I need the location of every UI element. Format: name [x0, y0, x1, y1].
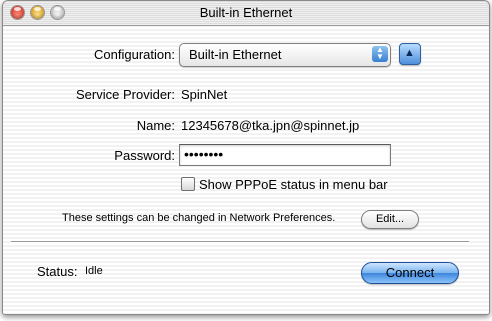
pppoe-status-checkbox[interactable]: [181, 177, 195, 191]
password-label: Password:: [114, 148, 175, 163]
password-value: ••••••••: [184, 146, 224, 162]
configuration-label: Configuration:: [94, 47, 175, 62]
settings-note: These settings can be changed in Network…: [62, 212, 336, 224]
password-field[interactable]: ••••••••: [179, 144, 391, 166]
pppoe-status-label[interactable]: Show PPPoE status in menu bar: [199, 177, 388, 192]
window-title: Built-in Ethernet: [199, 5, 293, 20]
title-bar[interactable]: Built-in Ethernet: [3, 1, 489, 26]
collapse-disclosure-button[interactable]: ▲: [399, 43, 421, 65]
name-value: 12345678@tka.jpn@spinnet.jp: [181, 118, 360, 133]
configuration-selected-value: Built-in Ethernet: [189, 47, 282, 62]
triangle-up-icon: ▲: [404, 47, 415, 59]
internet-connect-window: Built-in Ethernet Configuration: Built-i…: [2, 0, 490, 315]
service-provider-label: Service Provider:: [76, 87, 175, 102]
service-provider-value: SpinNet: [181, 87, 228, 102]
name-label: Name:: [136, 118, 175, 133]
edit-button[interactable]: Edit...: [361, 210, 419, 229]
status-value: Idle: [85, 265, 103, 277]
separator: [11, 241, 469, 243]
status-label: Status:: [37, 264, 78, 279]
connect-button[interactable]: Connect: [361, 262, 459, 284]
popup-arrows-icon: ▲ ▼: [372, 46, 388, 62]
configuration-popup[interactable]: Built-in Ethernet ▲ ▼: [179, 43, 391, 67]
